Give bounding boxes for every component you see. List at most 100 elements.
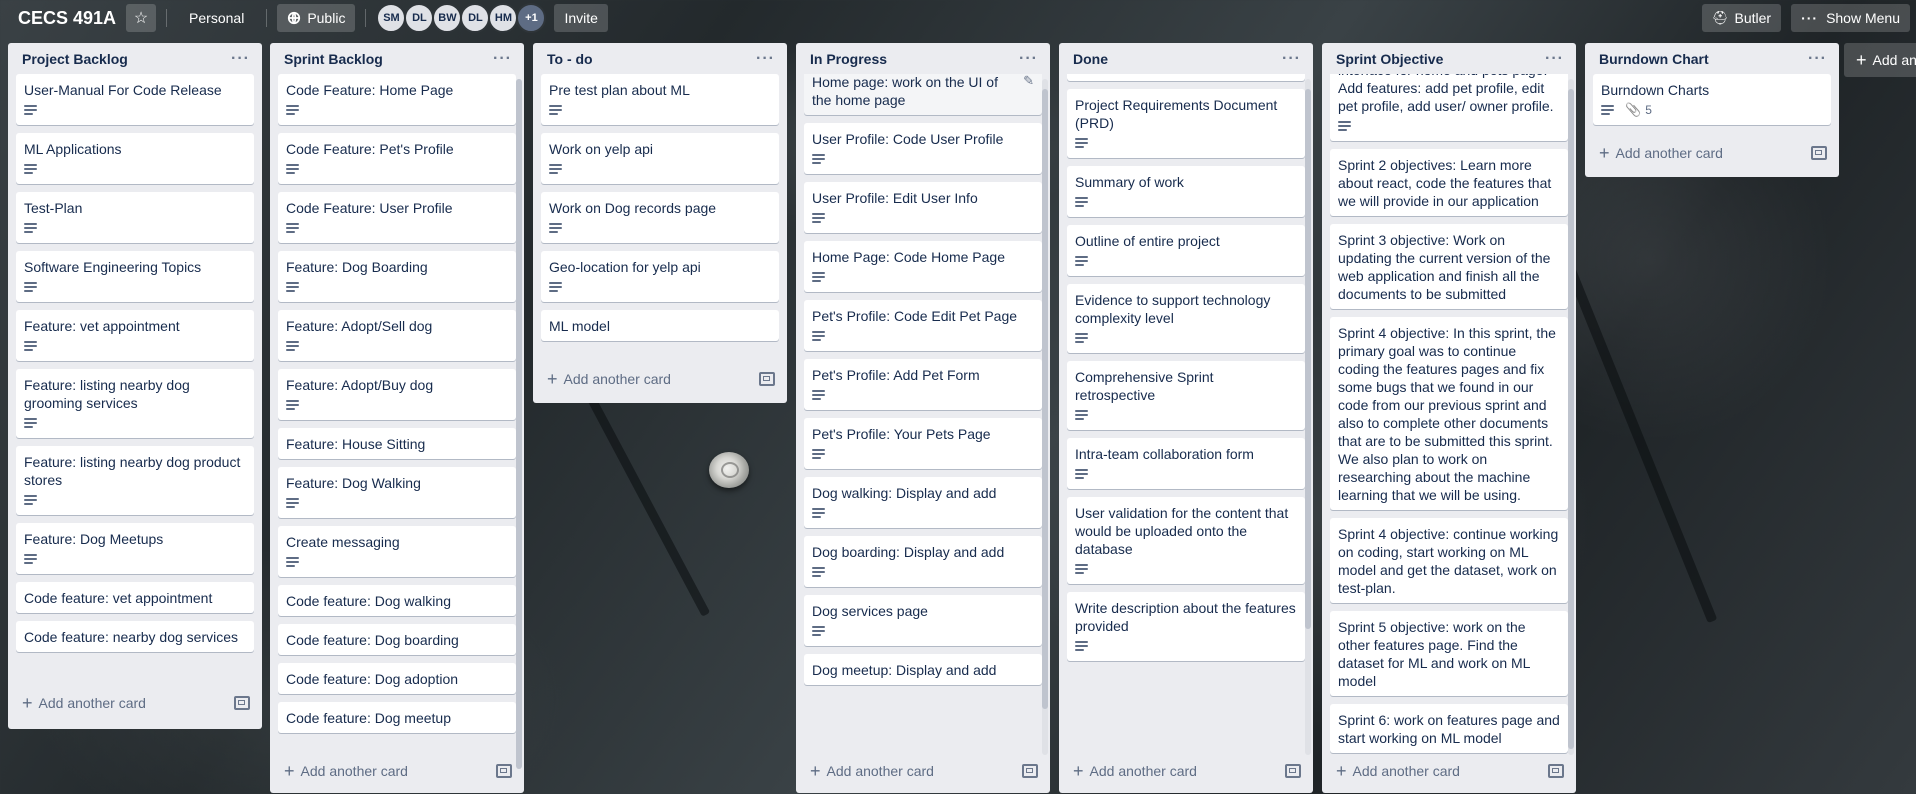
show-menu-button[interactable]: ··· Show Menu: [1791, 4, 1910, 32]
card[interactable]: Pre test plan about ML: [541, 74, 779, 125]
card[interactable]: Write description about the features pro…: [1067, 592, 1305, 661]
card[interactable]: documents. Create mockups for interface …: [1330, 74, 1568, 141]
card[interactable]: Sprint 6: work on features page and star…: [1330, 704, 1568, 753]
add-card-button[interactable]: + Add another card: [270, 754, 524, 788]
card[interactable]: Feature: vet appointment: [16, 310, 254, 361]
add-card-button[interactable]: + Add another card: [1059, 754, 1313, 788]
avatar[interactable]: DL: [404, 3, 435, 33]
card[interactable]: Sprint 3 objective: Work on updating the…: [1330, 224, 1568, 309]
card[interactable]: Feature: Dog Boarding: [278, 251, 516, 302]
card[interactable]: Geo-location for yelp api: [541, 251, 779, 302]
avatar[interactable]: DL: [460, 3, 491, 33]
add-card-button[interactable]: + Add another card: [8, 686, 262, 720]
card[interactable]: Pet's Profile: Your Pets Page: [804, 418, 1042, 469]
card[interactable]: Code feature: nearby dog services: [16, 621, 254, 652]
card[interactable]: User Profile: Code User Profile: [804, 123, 1042, 174]
card[interactable]: User validation for the content that wou…: [1067, 497, 1305, 584]
card[interactable]: Work on yelp api: [541, 133, 779, 184]
card[interactable]: Intra-team collaboration form: [1067, 438, 1305, 489]
add-list-button[interactable]: + Add another list: [1844, 43, 1916, 77]
card-template-icon[interactable]: [234, 696, 250, 710]
list-title[interactable]: Sprint Backlog: [284, 51, 383, 67]
card[interactable]: Code Feature: Home Page: [278, 74, 516, 125]
card[interactable]: Code Feature: User Profile: [278, 192, 516, 243]
list-menu-icon[interactable]: ···: [1808, 50, 1827, 68]
add-card-button[interactable]: + Add another card: [1322, 754, 1576, 788]
visibility-button[interactable]: Public: [277, 4, 356, 32]
card[interactable]: Feature: Dog Walking: [278, 467, 516, 518]
card[interactable]: Home Page: Code Home Page: [804, 241, 1042, 292]
butler-button[interactable]: ⛑ Butler: [1701, 4, 1782, 32]
card[interactable]: Dog walking: Display and add: [804, 477, 1042, 528]
avatar[interactable]: HM: [488, 3, 519, 33]
invite-button[interactable]: Invite: [554, 4, 608, 32]
card[interactable]: Software Engineering Topics: [16, 251, 254, 302]
list-title[interactable]: Done: [1073, 51, 1108, 67]
card[interactable]: Architecture and Design: [1067, 74, 1305, 81]
card[interactable]: Work on Dog records page: [541, 192, 779, 243]
card[interactable]: Feature: Adopt/Buy dog: [278, 369, 516, 420]
card[interactable]: Code feature: Dog meetup: [278, 702, 516, 733]
card[interactable]: User Profile: Edit User Info: [804, 182, 1042, 233]
scrollbar[interactable]: [1568, 89, 1574, 749]
card[interactable]: ML model: [541, 310, 779, 341]
card[interactable]: Feature: Adopt/Sell dog: [278, 310, 516, 361]
card-template-icon[interactable]: [1811, 146, 1827, 160]
list-title[interactable]: In Progress: [810, 51, 887, 67]
board-title[interactable]: CECS 491A: [18, 8, 116, 29]
card[interactable]: Pet's Profile: Add Pet Form: [804, 359, 1042, 410]
card[interactable]: Sprint 5 objective: work on the other fe…: [1330, 611, 1568, 696]
list-menu-icon[interactable]: ···: [756, 50, 775, 68]
scrollbar[interactable]: [1042, 89, 1048, 709]
card[interactable]: Code feature: vet appointment: [16, 582, 254, 613]
card[interactable]: Code feature: Dog boarding: [278, 624, 516, 655]
card[interactable]: Dog meetup: Display and add: [804, 654, 1042, 685]
avatar[interactable]: SM: [376, 3, 407, 33]
card[interactable]: Code feature: Dog adoption: [278, 663, 516, 694]
list-menu-icon[interactable]: ···: [493, 50, 512, 68]
card[interactable]: Dog services page: [804, 595, 1042, 646]
card[interactable]: Sprint 4 objective: In this sprint, the …: [1330, 317, 1568, 510]
card-template-icon[interactable]: [496, 764, 512, 778]
list-title[interactable]: Project Backlog: [22, 51, 128, 67]
card[interactable]: Pet's Profile: Code Edit Pet Page: [804, 300, 1042, 351]
avatar[interactable]: BW: [432, 3, 463, 33]
card[interactable]: Sprint 4 objective: continue working on …: [1330, 518, 1568, 603]
card[interactable]: Home page: work on the UI of the home pa…: [804, 74, 1042, 115]
list-menu-icon[interactable]: ···: [1282, 50, 1301, 68]
card[interactable]: Code feature: Dog walking: [278, 585, 516, 616]
more-members-badge[interactable]: +1: [516, 3, 547, 33]
card[interactable]: Summary of work: [1067, 166, 1305, 217]
scrollbar[interactable]: [516, 79, 522, 769]
card-template-icon[interactable]: [1285, 764, 1301, 778]
list-title[interactable]: To - do: [547, 51, 593, 67]
card[interactable]: Feature: listing nearby dog grooming ser…: [16, 369, 254, 438]
list-title[interactable]: Sprint Objective: [1336, 51, 1443, 67]
star-button[interactable]: ☆: [126, 4, 157, 32]
card[interactable]: Feature: listing nearby dog product stor…: [16, 446, 254, 515]
card-template-icon[interactable]: [1548, 764, 1564, 778]
edit-pencil-icon[interactable]: ✎: [1023, 74, 1034, 90]
card[interactable]: Test-Plan: [16, 192, 254, 243]
add-card-button[interactable]: + Add another card: [796, 754, 1050, 788]
card[interactable]: Sprint 2 objectives: Learn more about re…: [1330, 149, 1568, 216]
card[interactable]: Feature: House Sitting: [278, 428, 516, 459]
card[interactable]: Feature: Dog Meetups: [16, 523, 254, 574]
scrollbar[interactable]: [1305, 89, 1311, 629]
card[interactable]: Code Feature: Pet's Profile: [278, 133, 516, 184]
card[interactable]: Evidence to support technology complexit…: [1067, 284, 1305, 353]
card[interactable]: Project Requirements Document (PRD): [1067, 89, 1305, 158]
card[interactable]: ML Applications: [16, 133, 254, 184]
list-menu-icon[interactable]: ···: [1019, 50, 1038, 68]
team-visibility-button[interactable]: Personal: [177, 4, 256, 32]
add-card-button[interactable]: + Add another card: [1585, 136, 1839, 170]
card-template-icon[interactable]: [1022, 764, 1038, 778]
list-menu-icon[interactable]: ···: [1545, 50, 1564, 68]
card[interactable]: User-Manual For Code Release: [16, 74, 254, 125]
add-card-button[interactable]: + Add another card: [533, 362, 787, 396]
card[interactable]: Dog boarding: Display and add: [804, 536, 1042, 587]
card[interactable]: Outline of entire project: [1067, 225, 1305, 276]
card[interactable]: Burndown Charts 📎 5: [1593, 74, 1831, 125]
list-menu-icon[interactable]: ···: [231, 50, 250, 68]
card[interactable]: Create messaging: [278, 526, 516, 577]
